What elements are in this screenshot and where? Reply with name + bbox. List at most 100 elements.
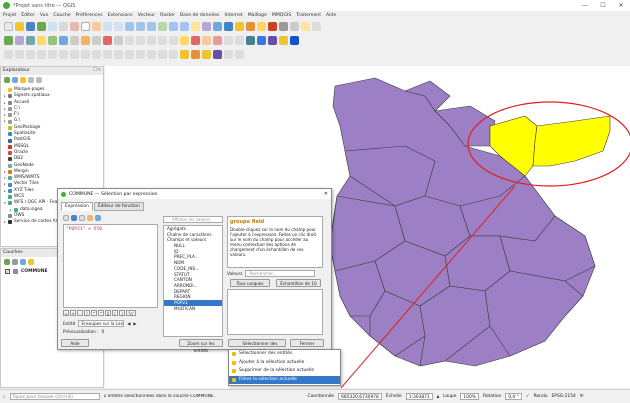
label-rotate-icon[interactable] <box>224 36 233 45</box>
snapping-icon[interactable] <box>15 50 24 59</box>
zoom-selection-icon[interactable] <box>136 22 145 31</box>
operator-close-paren-button[interactable]: ) <box>119 310 125 316</box>
copy-icon[interactable] <box>147 36 156 45</box>
values-search-input[interactable]: Rechercher... <box>245 270 316 277</box>
zoom-value[interactable]: 100% <box>460 393 479 400</box>
delete-part-icon[interactable] <box>92 50 101 59</box>
reverse-line-icon[interactable] <box>169 50 178 59</box>
zoom-next-icon[interactable] <box>180 22 189 31</box>
label-show-icon[interactable] <box>202 36 211 45</box>
operator-plus-button[interactable]: + <box>70 310 76 316</box>
adv-digitize-icon[interactable] <box>4 50 13 59</box>
export-expression-icon[interactable] <box>95 215 101 221</box>
function-tree[interactable]: Agrégats Chaîne de caractères Champs et va… <box>163 225 223 337</box>
operator-minus-button[interactable]: - <box>77 310 83 316</box>
merge-attributes-icon[interactable] <box>147 50 156 59</box>
digitize-icon[interactable] <box>70 36 79 45</box>
save-edits-icon[interactable] <box>92 36 101 45</box>
plugin-c-icon[interactable] <box>268 36 277 45</box>
zoom-native-icon[interactable] <box>158 22 167 31</box>
new-bookmark-icon[interactable] <box>191 22 200 31</box>
rotate-symbol-icon[interactable] <box>158 50 167 59</box>
clear-expression-icon[interactable] <box>63 215 69 221</box>
paste-icon[interactable] <box>158 36 167 45</box>
zoom-full-icon[interactable] <box>125 22 134 31</box>
save-as-icon[interactable] <box>37 22 46 31</box>
filter-browser-icon[interactable] <box>20 77 26 83</box>
help-button[interactable]: Aide <box>61 339 89 347</box>
close-dialog-button[interactable]: Fermer <box>290 339 324 347</box>
edit-expression-icon[interactable] <box>79 215 85 221</box>
operator-open-paren-button[interactable]: ( <box>112 310 118 316</box>
menu-item-select[interactable]: Sélectionner des entités <box>229 350 340 359</box>
vertex-tool-icon[interactable] <box>114 36 123 45</box>
entity-prev-icon[interactable]: ◀ <box>127 321 130 326</box>
deselect-icon[interactable] <box>257 22 266 31</box>
undo-icon[interactable] <box>169 36 178 45</box>
label-icon[interactable] <box>180 36 189 45</box>
menu-preferences[interactable]: Préférences <box>76 13 103 18</box>
plugin-e-icon[interactable] <box>290 36 299 45</box>
locator-input[interactable]: Tapez pour trouver (Ctrl+K) <box>9 393 100 400</box>
menu-mmqgis[interactable]: MMQGIS <box>272 13 291 18</box>
plugin-d-icon[interactable] <box>279 36 288 45</box>
coord-value[interactable]: 685320,6730978 <box>338 393 382 400</box>
dialog-close-icon[interactable]: ✕ <box>324 191 328 197</box>
crs-button[interactable]: EPSG:2154 <box>552 394 576 399</box>
annotation-icon[interactable] <box>301 22 310 31</box>
open-project-icon[interactable] <box>15 22 24 31</box>
field-item[interactable]: MULTICAN <box>164 306 222 312</box>
model-icon[interactable] <box>224 50 233 59</box>
measure-icon[interactable] <box>290 22 299 31</box>
operator-multiply-button[interactable]: * <box>91 310 97 316</box>
maximize-button[interactable]: ☐ <box>594 2 612 9</box>
text-annotation-icon[interactable] <box>312 22 321 31</box>
add-raster-icon[interactable] <box>26 36 35 45</box>
values-list[interactable] <box>227 289 323 335</box>
add-selected-icon[interactable] <box>4 77 10 83</box>
lock-icon[interactable]: 🔒︎ <box>437 394 439 400</box>
close-button[interactable]: ✕ <box>612 2 630 9</box>
add-wms-icon[interactable] <box>59 36 68 45</box>
all-unique-button[interactable]: Tous uniques <box>230 279 270 287</box>
scale-value[interactable]: 1:303871 <box>405 393 433 400</box>
expression-editor[interactable]: "POP21" < 550 <box>63 224 158 308</box>
menu-vue[interactable]: Vue <box>40 13 49 18</box>
processing-icon[interactable] <box>213 50 222 59</box>
split-icon[interactable] <box>125 50 134 59</box>
add-vector-icon[interactable] <box>15 36 24 45</box>
save-project-icon[interactable] <box>26 22 35 31</box>
reshape-icon[interactable] <box>103 50 112 59</box>
menu-extensions[interactable]: Extensions <box>108 13 133 18</box>
menu-base-de-donnees[interactable]: Base de données <box>180 13 219 18</box>
panel-close-icon[interactable]: ☐✕ <box>93 67 101 75</box>
operator-equal-button[interactable]: = <box>63 310 69 316</box>
filter-legend-icon[interactable] <box>28 259 34 265</box>
zoom-last-icon[interactable] <box>169 22 178 31</box>
merge-icon[interactable] <box>136 50 145 59</box>
select-dropdown-icon[interactable] <box>180 50 189 59</box>
select-features-icon[interactable] <box>235 22 244 31</box>
style-manager-icon[interactable] <box>70 22 79 31</box>
menu-projet[interactable]: Projet <box>3 13 16 18</box>
menu-editer[interactable]: Éditer <box>21 13 35 18</box>
pan-to-selection-icon[interactable] <box>92 22 101 31</box>
tab-expression[interactable]: Expression <box>61 202 93 211</box>
layer-visibility-checkbox[interactable]: ✓ <box>5 269 10 274</box>
menu-aide[interactable]: Aide <box>326 13 336 18</box>
zoom-to-features-button[interactable]: Zoom sur les entités <box>179 339 223 353</box>
menu-vecteur[interactable]: Vecteur <box>138 13 156 18</box>
function-search-input[interactable]: Afficher les valeurs <box>163 216 223 223</box>
add-feature-icon[interactable] <box>103 36 112 45</box>
rotate-feature-icon[interactable] <box>26 50 35 59</box>
select-value-icon[interactable] <box>202 50 211 59</box>
sum-icon[interactable] <box>279 22 288 31</box>
data-source-manager-icon[interactable] <box>4 36 13 45</box>
properties-icon[interactable] <box>36 77 42 83</box>
menu-couche[interactable]: Couche <box>53 13 70 18</box>
render-checkbox[interactable]: ✓ <box>526 394 530 399</box>
history-icon[interactable] <box>235 50 244 59</box>
operator-newline-button[interactable]: '\n' <box>126 310 136 316</box>
menu-item-remove-from-selection[interactable]: Supprimer de la sélection actuelle <box>229 367 340 376</box>
add-ring-icon[interactable] <box>48 50 57 59</box>
